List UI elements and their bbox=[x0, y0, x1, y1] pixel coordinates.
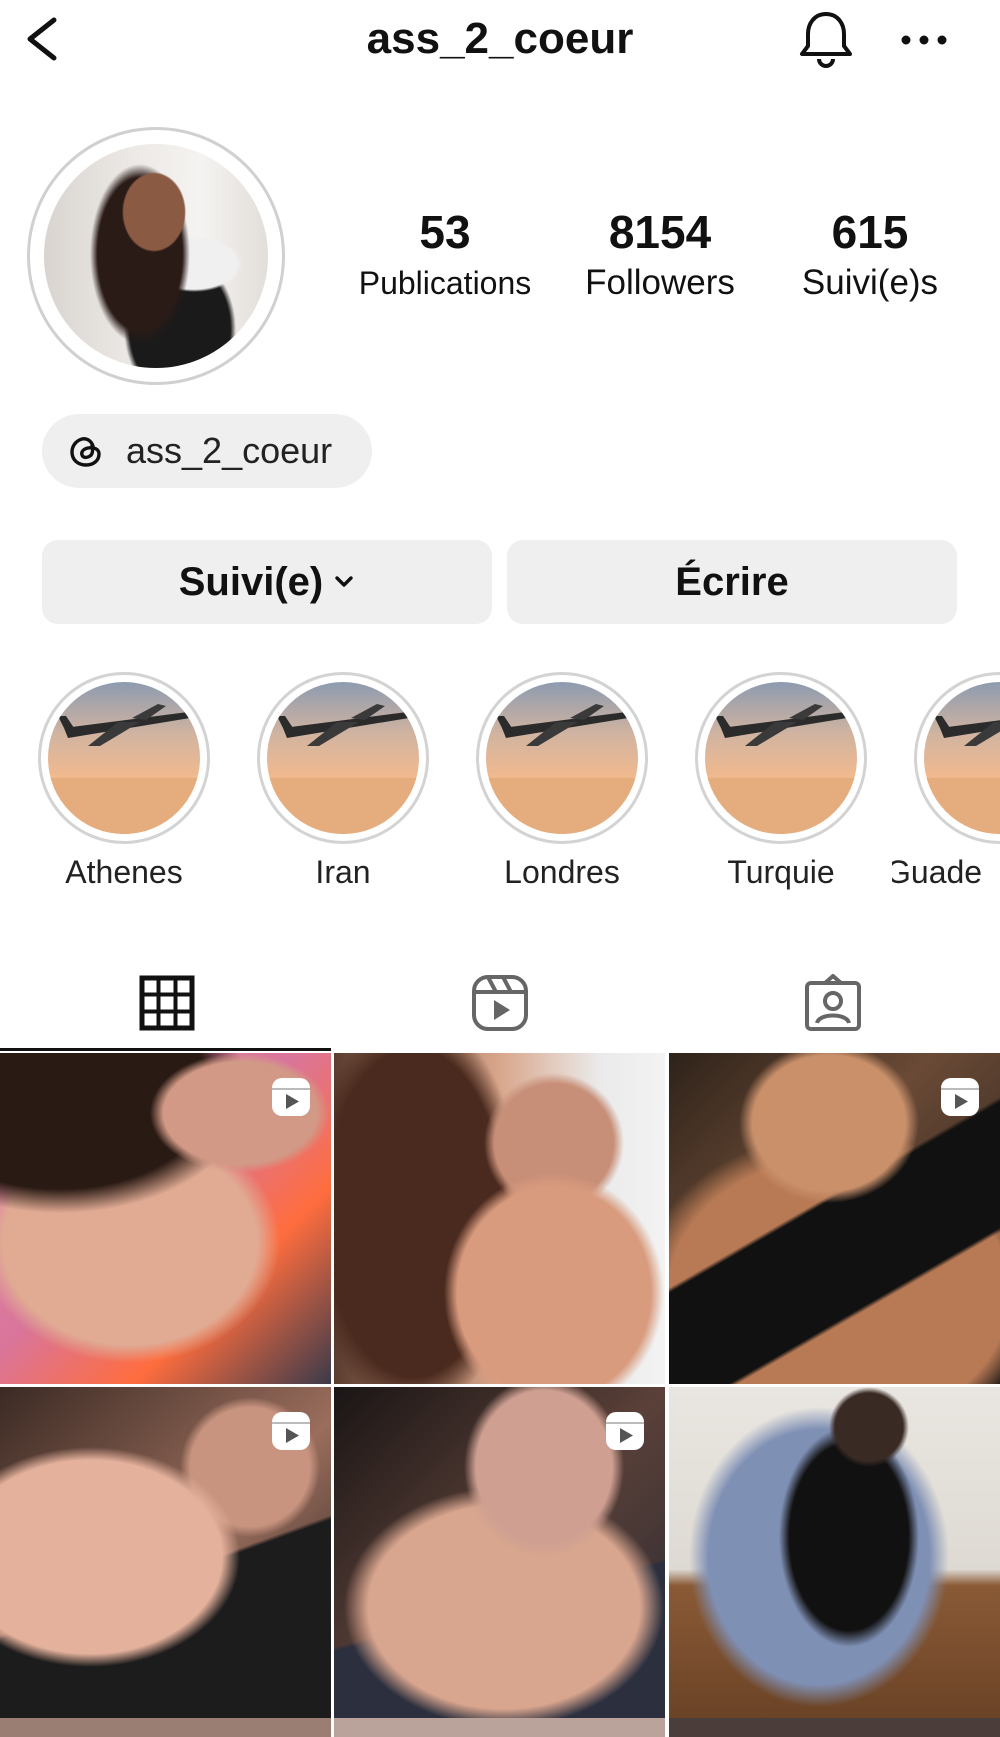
airplane-icon bbox=[267, 704, 419, 834]
avatar[interactable] bbox=[44, 144, 268, 368]
highlight-item[interactable]: Guade bbox=[892, 672, 1000, 902]
following-button[interactable]: Suivi(e) bbox=[42, 540, 492, 624]
post-thumbnail[interactable] bbox=[334, 1053, 665, 1384]
bell-icon bbox=[800, 12, 852, 68]
threads-icon bbox=[70, 437, 101, 467]
stat-publications[interactable]: 53 Publications bbox=[340, 205, 550, 303]
highlight-cover bbox=[705, 682, 857, 834]
post-thumbnail[interactable] bbox=[334, 1718, 665, 1737]
stat-value: 53 bbox=[419, 206, 471, 258]
stat-label: Suivi(e)s bbox=[801, 263, 939, 302]
reel-icon bbox=[941, 1078, 979, 1116]
reel-icon bbox=[272, 1412, 310, 1450]
highlight-item[interactable]: Turquie bbox=[673, 672, 873, 902]
highlight-item[interactable]: Iran bbox=[235, 672, 435, 902]
more-options-button[interactable] bbox=[896, 14, 956, 64]
tab-reels[interactable] bbox=[333, 955, 666, 1050]
airplane-icon bbox=[486, 704, 638, 834]
reels-icon bbox=[471, 974, 528, 1031]
threads-badge[interactable]: ass_2_coeur bbox=[42, 414, 372, 488]
stat-followers[interactable]: 8154 Followers bbox=[560, 205, 760, 303]
post-thumbnail[interactable] bbox=[669, 1053, 1000, 1384]
reel-icon bbox=[606, 1412, 644, 1450]
post-thumbnail[interactable] bbox=[334, 1387, 665, 1718]
message-label: Écrire bbox=[675, 559, 789, 604]
message-button[interactable]: Écrire bbox=[507, 540, 957, 624]
highlight-cover bbox=[267, 682, 419, 834]
highlight-cover bbox=[486, 682, 638, 834]
highlight-item[interactable]: Athenes bbox=[16, 672, 216, 902]
chevron-down-icon bbox=[335, 576, 353, 587]
stat-label: Followers bbox=[585, 263, 735, 302]
tagged-icon bbox=[804, 973, 861, 1031]
post-thumbnail[interactable] bbox=[669, 1718, 1000, 1737]
grid-icon bbox=[139, 975, 194, 1030]
highlight-label: Iran bbox=[315, 854, 371, 890]
tab-posts[interactable] bbox=[0, 955, 333, 1050]
airplane-icon bbox=[48, 704, 200, 834]
post-thumbnail[interactable] bbox=[0, 1053, 331, 1384]
highlight-label: Guade bbox=[892, 854, 983, 890]
airplane-icon bbox=[705, 704, 857, 834]
notifications-button[interactable] bbox=[794, 6, 858, 70]
post-thumbnail[interactable] bbox=[0, 1387, 331, 1718]
highlight-label: Athenes bbox=[65, 854, 183, 890]
highlight-cover bbox=[48, 682, 200, 834]
post-thumbnail[interactable] bbox=[669, 1387, 1000, 1718]
active-tab-indicator bbox=[0, 1048, 331, 1051]
highlight-label: Londres bbox=[504, 854, 620, 890]
highlight-item[interactable]: Londres bbox=[454, 672, 654, 902]
reel-icon bbox=[272, 1078, 310, 1116]
tab-tagged[interactable] bbox=[666, 955, 999, 1050]
stat-following[interactable]: 615 Suivi(e)s bbox=[780, 205, 960, 303]
post-thumbnail[interactable] bbox=[0, 1718, 331, 1737]
stat-value: 615 bbox=[831, 206, 909, 258]
stat-label: Publications bbox=[358, 265, 532, 301]
stat-value: 8154 bbox=[608, 206, 712, 258]
highlight-label: Turquie bbox=[727, 854, 835, 890]
following-label: Suivi(e) bbox=[178, 559, 324, 604]
more-horizontal-icon bbox=[901, 35, 947, 45]
threads-handle: ass_2_coeur bbox=[126, 430, 333, 471]
